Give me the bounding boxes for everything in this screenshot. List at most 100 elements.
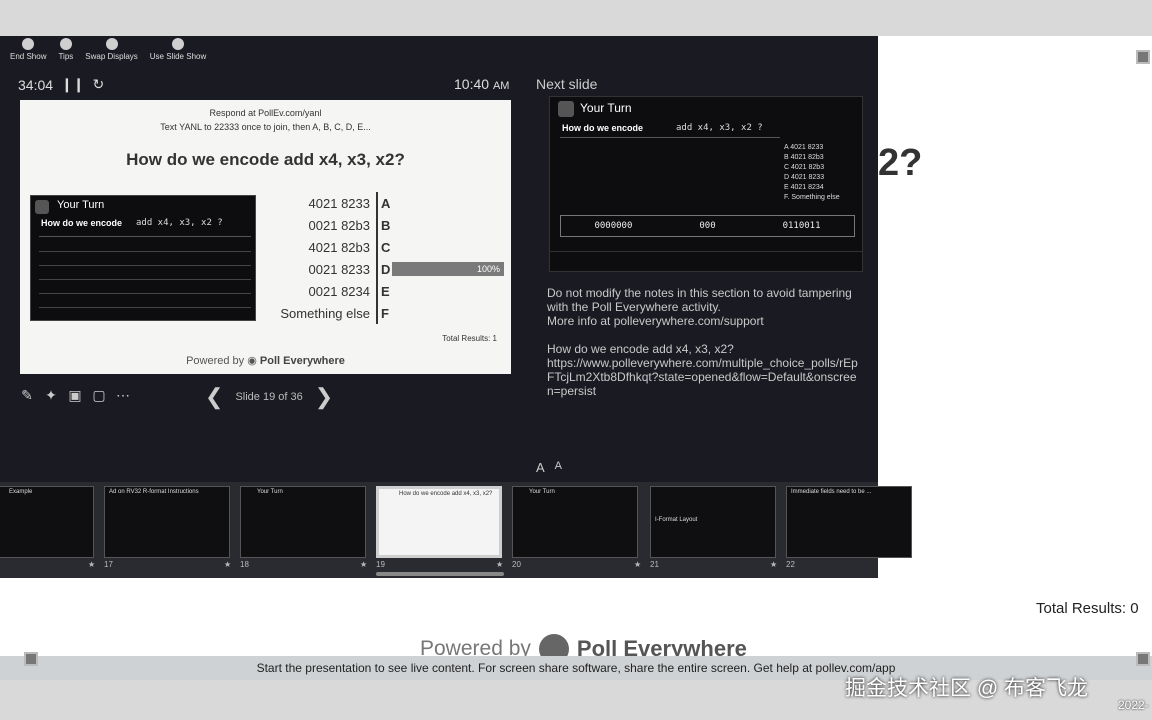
clock-ampm: AM <box>492 80 510 92</box>
subtitles-icon[interactable]: ▣ <box>66 386 84 404</box>
result-bar: 100% <box>392 262 504 276</box>
star-icon: ★ <box>770 560 778 569</box>
table-divider <box>39 279 251 280</box>
watermark-date: 2022- <box>1118 698 1149 712</box>
end-show-icon <box>22 38 35 50</box>
star-icon: ★ <box>88 560 96 569</box>
tool-label: Swap Displays <box>85 52 138 61</box>
presenter-view: End Show Tips Swap Displays Use Slide Sh… <box>0 36 912 578</box>
next-slide-preview[interactable]: Your Turn How do we encode add x4, x3, x… <box>549 96 863 272</box>
slide-navigation: ❮ Slide 19 of 36 ❯ <box>205 384 333 410</box>
slide-thumbnail[interactable]: Your Turn <box>240 486 366 558</box>
table-divider <box>39 265 251 266</box>
answer-text: 0021 82b3 <box>308 217 370 233</box>
pause-icon[interactable]: ❙❙ <box>61 76 84 93</box>
next-slide-question: How do we encode <box>562 123 644 133</box>
option-item: C 4021 82b3 <box>784 164 825 171</box>
answer-option: 0021 8234 E <box>270 280 510 302</box>
option-item: E 4021 8234 <box>784 184 824 191</box>
thumbnail-title: How do we encode add x4, x3, x2? <box>399 491 493 497</box>
poll-question: How do we encode add x4, x3, x2? <box>126 150 405 169</box>
speaker-notes[interactable]: Do not modify the notes in this section … <box>547 286 862 412</box>
next-slide-icon[interactable]: ❯ <box>315 384 333 410</box>
tool-label: Use Slide Show <box>149 52 207 61</box>
poll-everywhere-logo-icon: ◉ <box>247 355 257 367</box>
encoding-row: 0000000 000 0110011 <box>560 215 855 237</box>
star-icon: ★ <box>634 560 642 569</box>
respond-line: Respond at PollEv.com/yanl <box>209 108 322 118</box>
answer-letter: D <box>381 261 391 277</box>
answer-letter: E <box>381 283 390 299</box>
slide-thumbnail-current[interactable]: How do we encode add x4, x3, x2? <box>376 486 502 558</box>
answer-list: 4021 8233 A 0021 82b3 B 4021 82b3 C 0021… <box>270 192 510 324</box>
resize-handle-icon[interactable] <box>1136 50 1150 64</box>
tool-label: End Show <box>10 52 47 61</box>
notes-font-controls: A A <box>536 460 562 475</box>
table-divider <box>39 307 251 308</box>
answer-letter: A <box>381 195 391 211</box>
star-icon: ★ <box>224 560 232 569</box>
laser-pointer-icon[interactable]: ✦ <box>42 386 60 404</box>
tips-button[interactable]: Tips <box>58 38 73 61</box>
slide-thumbnail[interactable]: Example <box>0 486 94 558</box>
slide-thumbnail[interactable]: I-Format Layout <box>650 486 776 558</box>
next-slide-label: Next slide <box>536 76 598 92</box>
slide-thumbnail[interactable]: Ad on RV32 R-format Instructions <box>104 486 230 558</box>
thumbnail-number: 21 <box>650 560 659 569</box>
notes-text: More info at polleverywhere.com/support <box>547 314 764 328</box>
option-item: A 4021 8233 <box>784 144 824 151</box>
thumbnail-number: 17 <box>104 560 113 569</box>
powered-by: Powered by ◉ Poll Everywhere <box>20 354 511 367</box>
slide-thumbnail[interactable]: Immediate fields need to be ... <box>786 486 912 558</box>
slide-counter: Slide 19 of 36 <box>235 391 303 403</box>
answer-text: 4021 82b3 <box>308 239 370 255</box>
thumbnail-number: 22 <box>786 560 795 569</box>
thumbnail-number: 19 <box>376 560 385 569</box>
answer-text: 0021 8234 <box>308 283 370 299</box>
answer-option: Something else F <box>270 302 510 324</box>
answer-text: 4021 8233 <box>308 195 370 211</box>
option-item: B 4021 82b3 <box>784 154 824 161</box>
slide-thumbnail[interactable]: Your Turn <box>512 486 638 558</box>
embedded-slide-image: Your Turn How do we encode add x4, x3, x… <box>30 195 256 321</box>
swap-displays-button[interactable]: Swap Displays <box>85 38 138 61</box>
star-icon: ★ <box>496 560 504 569</box>
decrease-font-button[interactable]: A <box>555 460 562 475</box>
embedded-question: How do we encode <box>41 218 123 228</box>
next-slide-options: A 4021 8233 B 4021 82b3 C 4021 82b3 D 40… <box>784 143 840 203</box>
encoding-field: 000 <box>699 221 716 231</box>
increase-font-button[interactable]: A <box>536 460 545 475</box>
option-item: F. Something else <box>784 194 840 201</box>
screen: 2? Total Results: 0 Powered by Poll Ever… <box>0 0 1152 720</box>
resize-handle-icon[interactable] <box>1136 652 1150 666</box>
answer-option: 0021 82b3 B <box>270 214 510 236</box>
previous-slide-icon[interactable]: ❮ <box>205 384 223 410</box>
thumbnail-title: Immediate fields need to be ... <box>791 489 872 495</box>
more-options-icon[interactable]: ⋯ <box>114 386 132 404</box>
thumbnail-title: I-Format Layout <box>655 517 698 523</box>
use-slide-show-button[interactable]: Use Slide Show <box>150 38 206 61</box>
timer: 34:04 ❙❙ ↻ <box>18 76 104 93</box>
background-total-results: Total Results: 0 <box>1036 600 1139 617</box>
timer-value: 34:04 <box>18 76 54 93</box>
resize-handle-icon[interactable] <box>24 652 38 666</box>
thumbnail-number: 18 <box>240 560 249 569</box>
answer-text: 0021 8233 <box>308 261 370 277</box>
answer-text: Something else <box>280 305 370 321</box>
encoding-field: 0110011 <box>782 221 821 231</box>
total-results: Total Results: 1 <box>442 334 497 343</box>
presenter-toolbar: End Show Tips Swap Displays Use Slide Sh… <box>10 38 206 61</box>
current-slide: Respond at PollEv.com/yanl Text YANL to … <box>20 100 511 374</box>
brand-name: Poll Everywhere <box>259 355 345 367</box>
strip-scrollbar[interactable] <box>376 572 504 576</box>
text-instructions: Text YANL to 22333 once to join, then A,… <box>160 122 371 132</box>
reset-icon[interactable]: ↻ <box>93 76 105 93</box>
pen-icon[interactable]: ✎ <box>18 386 36 404</box>
end-show-button[interactable]: End Show <box>10 38 46 61</box>
powered-by-label: Powered by <box>186 355 245 367</box>
answer-letter: F <box>381 305 389 321</box>
camera-off-icon[interactable]: ▢ <box>90 386 108 404</box>
slide-footer <box>550 251 862 271</box>
pollev-background-page <box>878 36 1152 656</box>
embedded-heading: Your Turn <box>57 199 105 211</box>
